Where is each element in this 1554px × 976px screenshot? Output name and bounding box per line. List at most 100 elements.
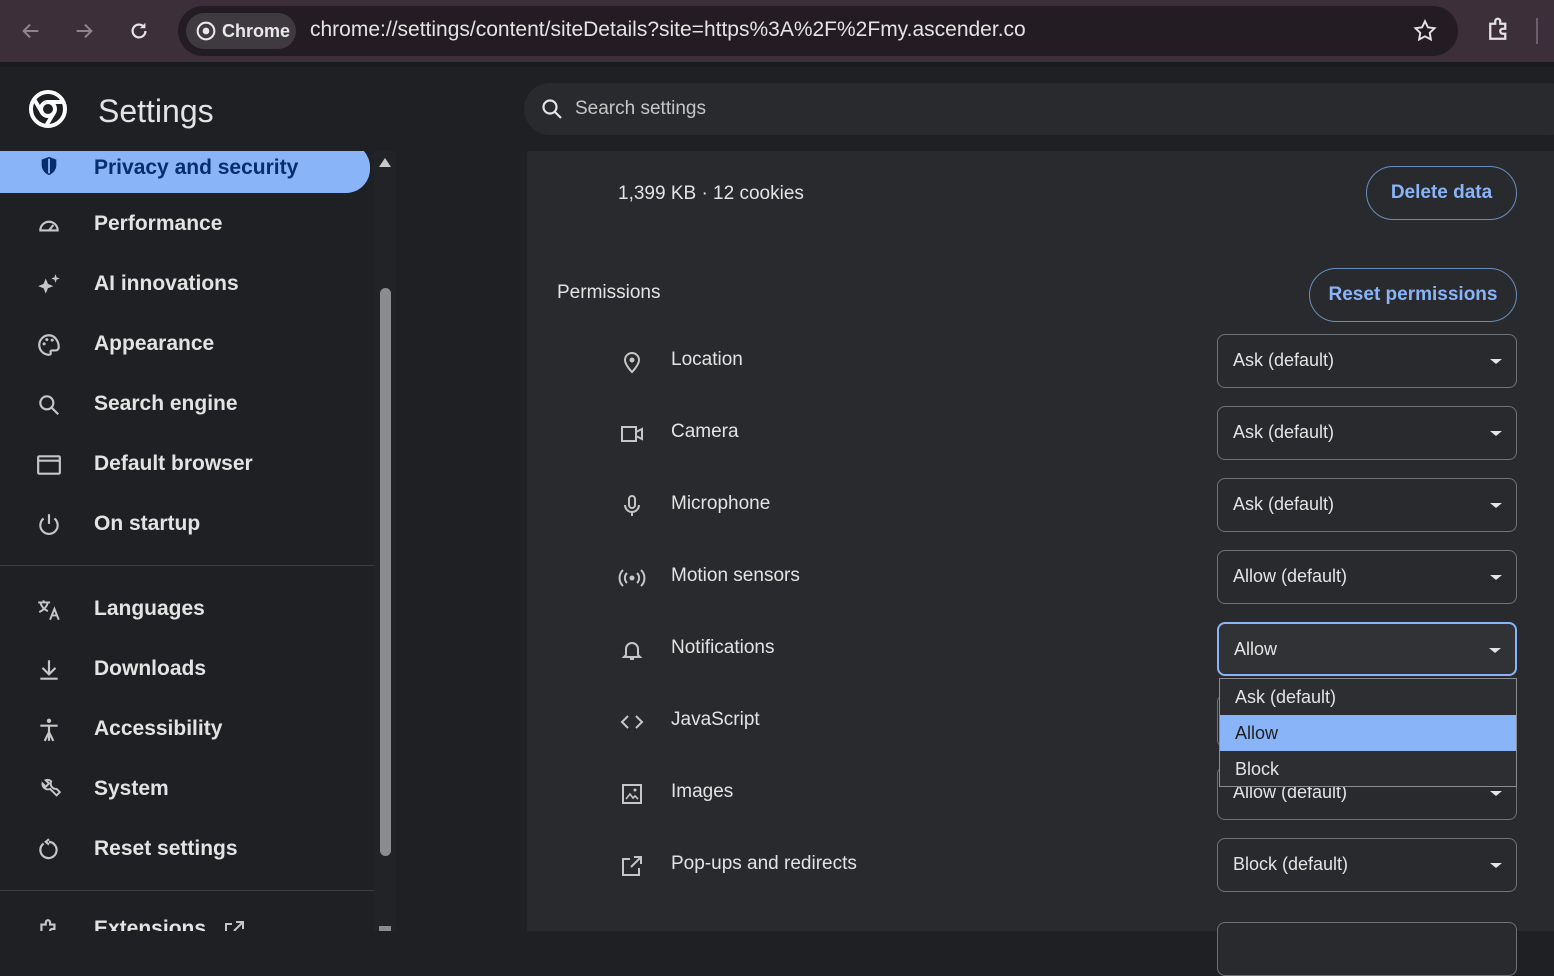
site-details-card: 1,399 KB · 12 cookies Delete data Permis… [527, 151, 1554, 976]
permission-label: JavaScript [671, 709, 760, 730]
sidebar-item-label: Downloads [94, 657, 207, 680]
chrome-logo-icon [196, 21, 216, 41]
wrench-icon [36, 777, 62, 803]
motion-sensors-select[interactable]: Allow (default) [1217, 550, 1517, 604]
permission-row-notifications: Notifications Allow [527, 622, 1554, 676]
sidebar-divider [0, 890, 374, 891]
sparkle-icon [36, 272, 62, 298]
caret-down-icon [1490, 503, 1502, 508]
power-icon [36, 512, 62, 538]
select-value: Ask (default) [1233, 422, 1335, 442]
select-value: Allow [1234, 639, 1278, 659]
search-icon [542, 99, 562, 119]
camera-select[interactable]: Ask (default) [1217, 406, 1517, 460]
caret-down-icon [1490, 863, 1502, 868]
puzzle-icon [1489, 17, 1507, 40]
permissions-heading: Permissions [557, 282, 661, 303]
sidebar-item-label: Languages [94, 597, 205, 620]
delete-data-button[interactable]: Delete data [1366, 166, 1517, 220]
sidebar-item-privacy[interactable]: Privacy and security [0, 151, 370, 193]
extension-icon [36, 917, 62, 931]
location-pin-icon [618, 348, 646, 376]
sidebar-item-appearance[interactable]: Appearance [0, 322, 372, 366]
sidebar-item-search-engine[interactable]: Search engine [0, 382, 372, 426]
sidebar-item-ai-innovations[interactable]: AI innovations [0, 262, 372, 306]
extensions-button[interactable] [1484, 15, 1514, 50]
permission-label: Camera [671, 421, 739, 442]
url-text[interactable]: chrome://settings/content/siteDetails?si… [310, 18, 1026, 42]
back-button[interactable] [15, 15, 47, 47]
permission-row-microphone: Microphone Ask (default) [527, 478, 1554, 532]
popups-select[interactable]: Block (default) [1217, 838, 1517, 892]
sidebar-scrollbar-thumb[interactable] [380, 288, 391, 856]
permission-label: Location [671, 349, 743, 370]
code-icon [618, 708, 646, 736]
reset-permissions-button[interactable]: Reset permissions [1309, 268, 1517, 322]
next-permission-select[interactable] [1217, 922, 1517, 976]
browser-window-icon [36, 452, 62, 478]
location-select[interactable]: Ask (default) [1217, 334, 1517, 388]
sidebar-item-label: Performance [94, 212, 223, 235]
permission-label: Pop-ups and redirects [671, 853, 857, 874]
sidebar-item-system[interactable]: System [0, 767, 372, 811]
permission-row-motion-sensors: Motion sensors Allow (default) [527, 550, 1554, 604]
select-value: Ask (default) [1233, 494, 1335, 514]
sidebar-item-label: AI innovations [94, 272, 239, 295]
reset-icon [36, 837, 62, 863]
address-bar[interactable]: Chrome chrome://settings/content/siteDet… [178, 6, 1458, 56]
sidebar-item-default-browser[interactable]: Default browser [0, 442, 372, 486]
caret-down-icon [1489, 648, 1501, 653]
sidebar-item-label: Accessibility [94, 717, 223, 740]
permission-label: Images [671, 781, 734, 802]
toolbar-divider [1536, 18, 1538, 44]
reload-button[interactable] [123, 15, 155, 47]
reload-icon [131, 22, 147, 39]
microphone-select[interactable]: Ask (default) [1217, 478, 1517, 532]
chrome-logo-icon [28, 89, 68, 134]
sidebar-nav: Privacy and security Performance AI inno… [0, 151, 374, 931]
sidebar-item-accessibility[interactable]: Accessibility [0, 707, 372, 751]
notifications-select[interactable]: Allow [1217, 622, 1517, 676]
sidebar-item-on-startup[interactable]: On startup [0, 502, 372, 546]
microphone-icon [618, 492, 646, 520]
permission-label: Motion sensors [671, 565, 800, 586]
bookmark-button[interactable] [1412, 18, 1438, 49]
sidebar-item-reset-settings[interactable]: Reset settings [0, 827, 372, 871]
site-info-chip[interactable]: Chrome [186, 13, 296, 49]
settings-header: Settings Search settings [0, 67, 1554, 151]
sidebar-item-downloads[interactable]: Downloads [0, 647, 372, 691]
open-external-icon [618, 852, 646, 880]
speedometer-icon [36, 212, 62, 238]
scroll-down-arrow-icon[interactable] [379, 926, 391, 931]
star-icon [1413, 19, 1437, 42]
dropdown-option-block[interactable]: Block [1220, 751, 1516, 787]
search-placeholder: Search settings [575, 98, 706, 119]
search-input[interactable]: Search settings [524, 83, 1554, 135]
bell-icon [618, 636, 646, 664]
caret-down-icon [1490, 431, 1502, 436]
sidebar-item-label: Default browser [94, 452, 253, 475]
download-icon [36, 657, 62, 683]
caret-down-icon [1490, 791, 1502, 796]
sidebar-item-label: Search engine [94, 392, 238, 415]
palette-icon [36, 332, 62, 358]
scroll-up-arrow-icon[interactable] [379, 158, 391, 167]
site-usage-text: 1,399 KB · 12 cookies [618, 183, 804, 204]
sidebar-item-languages[interactable]: Languages [0, 587, 372, 631]
camera-icon [618, 420, 646, 448]
shield-icon [36, 153, 62, 179]
forward-button[interactable] [68, 15, 100, 47]
sidebar-item-label: Reset settings [94, 837, 238, 860]
sidebar-item-label: Appearance [94, 332, 215, 355]
dropdown-option-allow[interactable]: Allow [1220, 715, 1516, 751]
permission-label: Notifications [671, 637, 775, 658]
dropdown-option-ask[interactable]: Ask (default) [1220, 679, 1516, 715]
motion-sensor-icon [618, 564, 646, 592]
sidebar-item-performance[interactable]: Performance [0, 202, 372, 246]
sidebar-item-extensions[interactable]: Extensions [0, 907, 372, 931]
arrow-left-icon [22, 23, 39, 39]
sidebar-item-label: Privacy and security [94, 156, 299, 179]
select-value: Ask (default) [1233, 350, 1335, 370]
permission-row-location: Location Ask (default) [527, 334, 1554, 388]
browser-toolbar: Chrome chrome://settings/content/siteDet… [0, 0, 1554, 62]
